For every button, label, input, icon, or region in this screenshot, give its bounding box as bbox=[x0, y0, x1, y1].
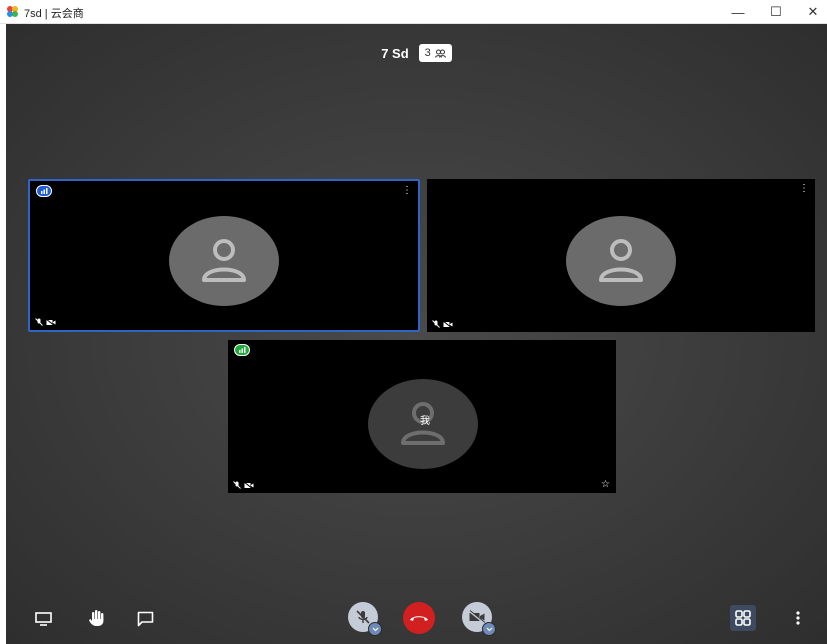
tile-menu-icon[interactable]: ⋮ bbox=[402, 186, 412, 196]
camera-off-button[interactable] bbox=[462, 602, 496, 636]
tile-status bbox=[35, 318, 56, 326]
video-tile-remote-2[interactable]: ⋮ bbox=[427, 179, 815, 332]
tile-view-button[interactable] bbox=[730, 605, 756, 631]
avatar bbox=[169, 216, 279, 306]
hangup-icon bbox=[410, 616, 428, 621]
connection-indicator[interactable] bbox=[36, 185, 52, 197]
person-icon bbox=[202, 239, 246, 282]
tile-status bbox=[432, 320, 453, 328]
meeting-name: 7 Sd bbox=[381, 45, 409, 61]
participants-icon bbox=[434, 49, 446, 58]
mic-muted-icon bbox=[233, 481, 241, 489]
raise-hand-icon bbox=[89, 610, 104, 626]
video-tile-remote-1[interactable]: ⋮ bbox=[28, 179, 420, 332]
chat-icon bbox=[137, 611, 153, 627]
participant-count: 3 bbox=[424, 47, 431, 59]
person-icon bbox=[599, 239, 643, 282]
tile-menu-icon[interactable]: ⋮ bbox=[799, 184, 809, 194]
chevron-down-icon bbox=[486, 627, 492, 631]
camera-off-icon bbox=[468, 610, 486, 624]
video-tile-self[interactable]: 我 ☆ bbox=[228, 340, 616, 493]
raise-hand-button[interactable] bbox=[86, 607, 108, 629]
more-vertical-icon bbox=[796, 611, 800, 625]
chat-button[interactable] bbox=[134, 608, 156, 630]
room-header: 7 Sd 3 bbox=[6, 44, 827, 62]
mic-muted-icon bbox=[35, 318, 43, 326]
self-label: 我 bbox=[420, 416, 430, 427]
camera-off-icon bbox=[443, 320, 453, 328]
star-icon[interactable]: ☆ bbox=[601, 479, 610, 490]
minimize-button[interactable]: — bbox=[720, 0, 756, 24]
chevron-down-icon bbox=[372, 627, 378, 631]
screen-share-button[interactable] bbox=[32, 608, 54, 630]
maximize-button[interactable]: ☐ bbox=[758, 0, 794, 24]
tile-status bbox=[233, 481, 254, 489]
hangup-button[interactable] bbox=[403, 602, 435, 634]
mic-options-chevron[interactable] bbox=[368, 622, 382, 636]
camera-off-icon bbox=[46, 318, 56, 326]
close-button[interactable]: ✕ bbox=[795, 0, 827, 24]
meeting-stage: 7 Sd 3 ⋮ ⋮ 我 ☆ bbox=[6, 24, 827, 644]
grid-view-icon bbox=[735, 610, 751, 626]
toolbar bbox=[6, 594, 827, 644]
mic-muted-icon bbox=[432, 320, 440, 328]
connection-indicator[interactable] bbox=[234, 344, 250, 356]
mic-muted-button[interactable] bbox=[348, 602, 382, 636]
window-title: 7sd | 云会商 bbox=[24, 8, 84, 20]
camera-off-icon bbox=[244, 481, 254, 489]
signal-bars-icon bbox=[239, 347, 246, 353]
signal-bars-icon bbox=[41, 188, 48, 194]
more-options-button[interactable] bbox=[788, 607, 808, 629]
app-icon bbox=[7, 6, 18, 17]
mic-muted-icon bbox=[356, 610, 370, 624]
participant-count-badge[interactable]: 3 bbox=[418, 44, 452, 62]
camera-options-chevron[interactable] bbox=[482, 622, 496, 636]
avatar bbox=[566, 216, 676, 306]
screen-share-icon bbox=[34, 612, 52, 626]
window-titlebar: 7sd | 云会商 — ☐ ✕ bbox=[0, 0, 827, 24]
